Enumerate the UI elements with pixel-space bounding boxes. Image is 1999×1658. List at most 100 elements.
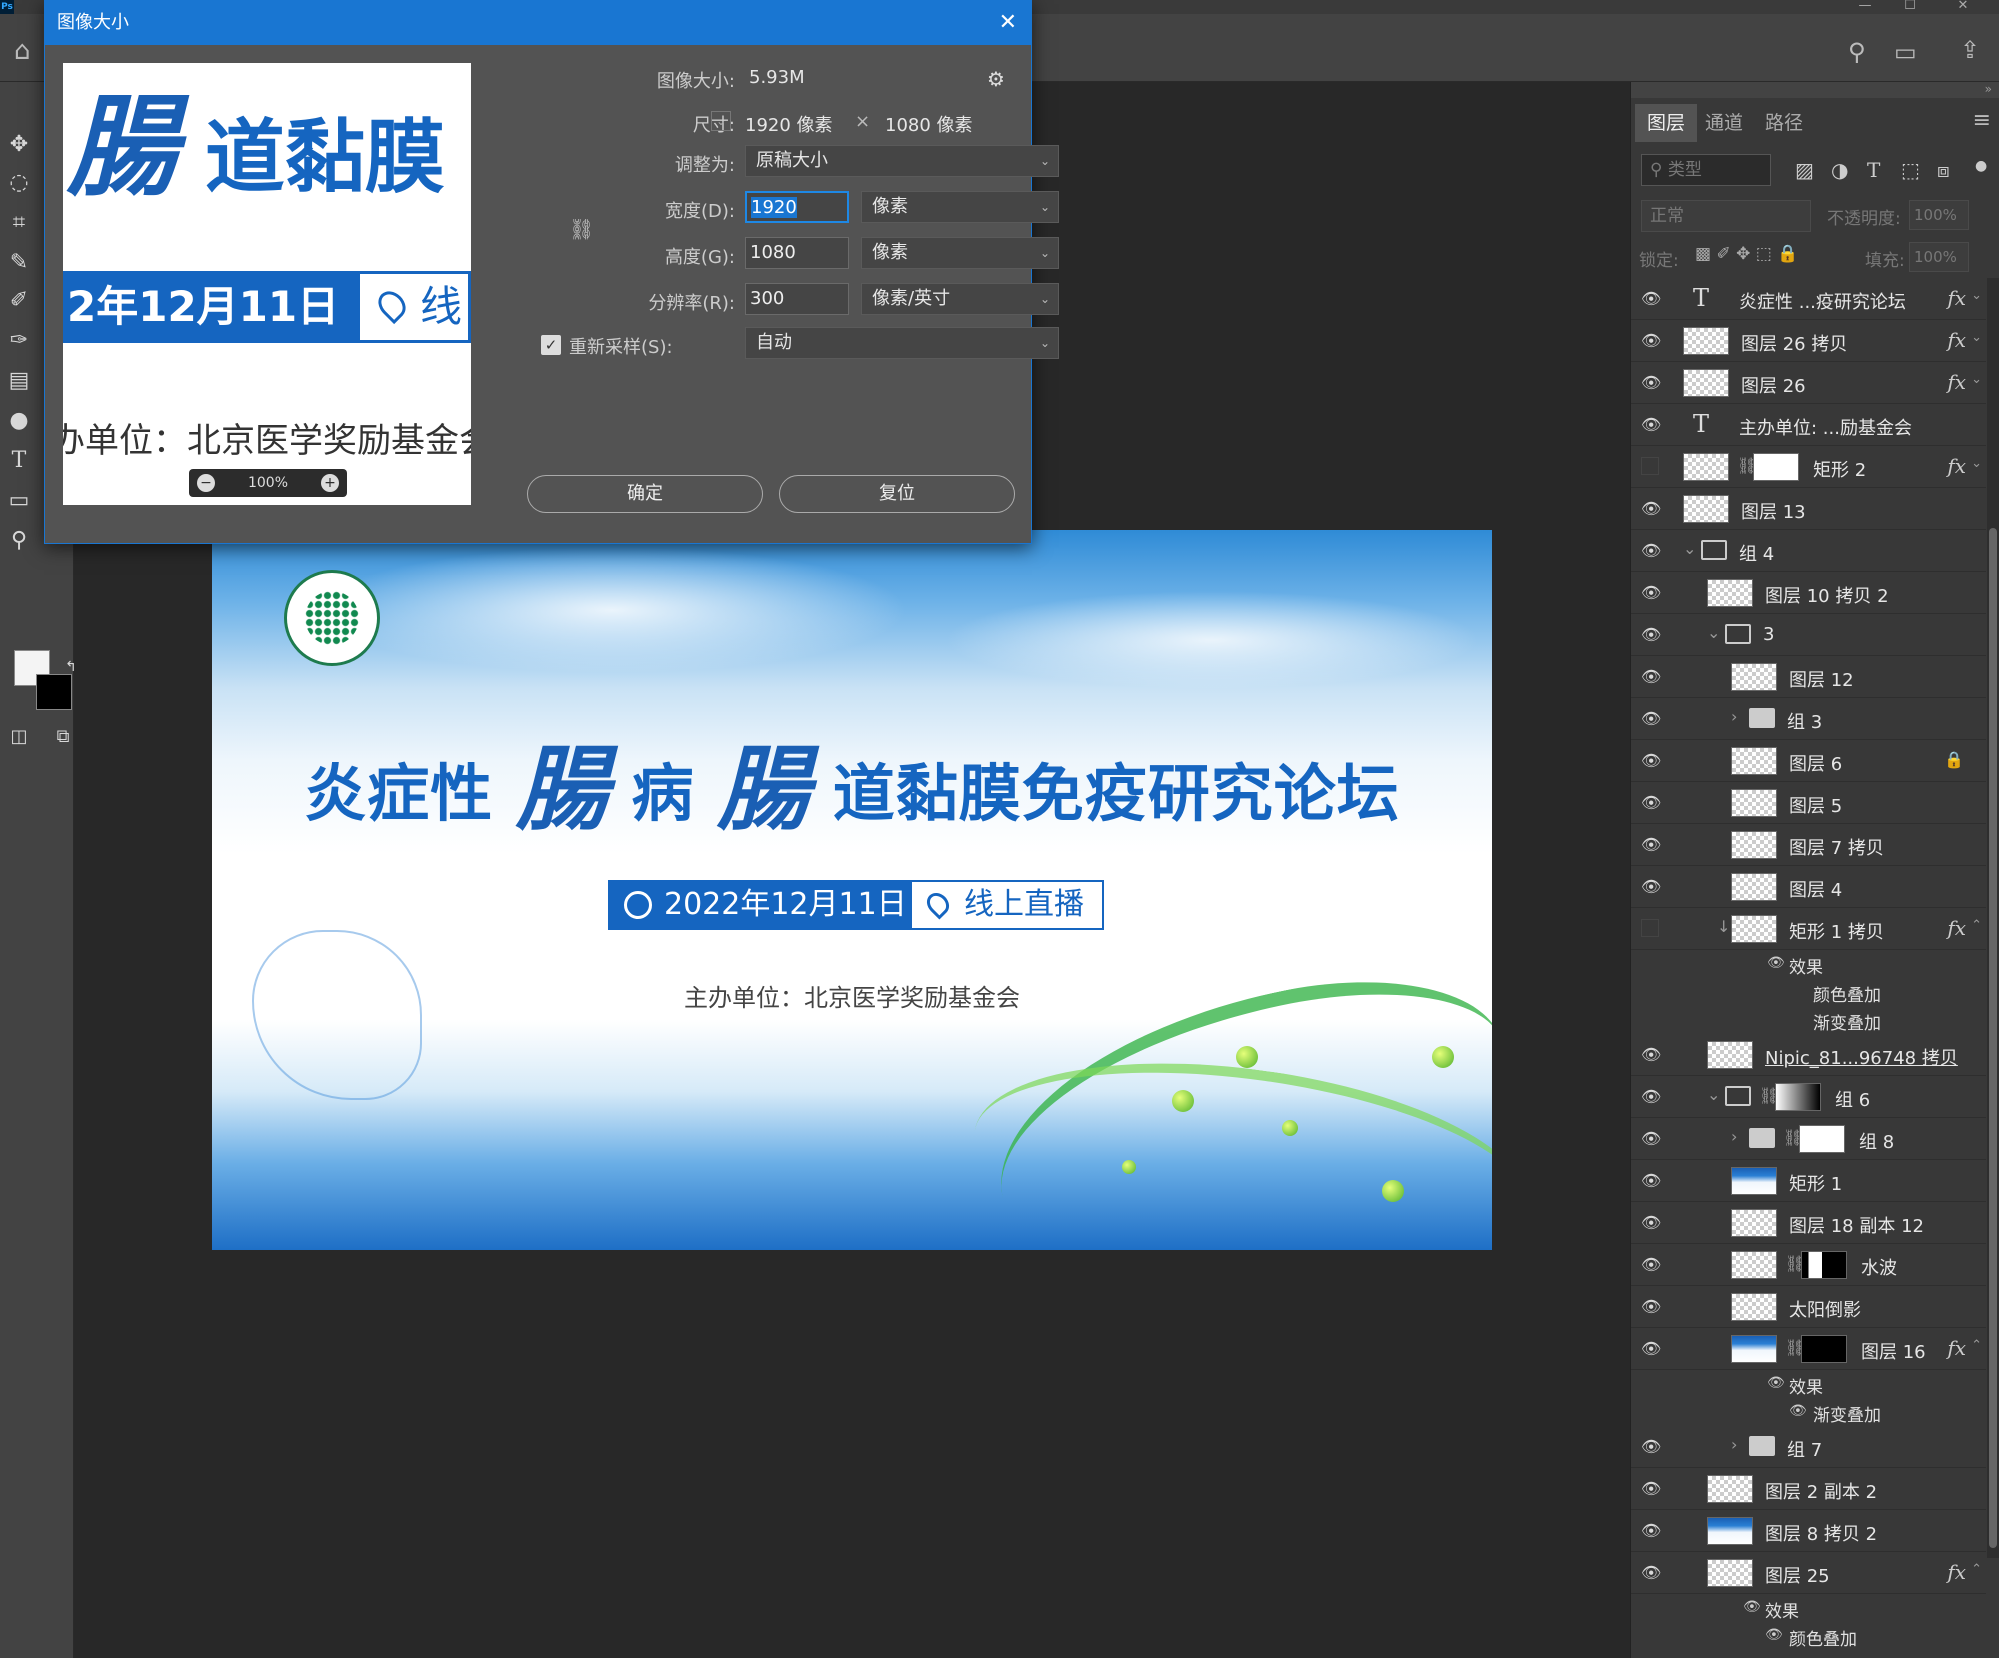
eye-icon[interactable]: 👁 xyxy=(1641,1129,1663,1149)
blend-mode-select[interactable]: 正常 xyxy=(1641,200,1811,232)
eye-icon[interactable]: 👁 xyxy=(1641,1479,1663,1499)
width-unit-select[interactable]: 像素 ⌄ xyxy=(861,191,1059,223)
workspace-icon[interactable]: ▭ xyxy=(1894,38,1917,66)
move-tool-icon[interactable]: ✥ xyxy=(4,130,34,160)
filter-smart-icon[interactable]: ⧈ xyxy=(1937,158,1950,182)
eye-icon[interactable]: 👁 xyxy=(1641,289,1663,309)
layer-thumbnail[interactable] xyxy=(1731,1335,1777,1363)
layer-name[interactable]: 图层 25 xyxy=(1765,1562,1830,1588)
layer-thumbnail[interactable] xyxy=(1683,495,1729,523)
layer-name[interactable]: 图层 8 拷贝 2 xyxy=(1765,1520,1877,1546)
effects-row[interactable]: 👁 效果 xyxy=(1631,1370,1986,1398)
eye-icon[interactable]: 👁 xyxy=(1641,793,1663,813)
layer-name[interactable]: 图层 16 xyxy=(1861,1338,1926,1364)
eye-icon[interactable]: 👁 xyxy=(1641,415,1663,435)
chevron-down-icon[interactable]: ⌄ xyxy=(1707,1085,1720,1104)
eye-icon[interactable]: 👁 xyxy=(1767,955,1785,971)
layer-row[interactable]: 👁 › ⛓ 组 8 xyxy=(1631,1118,1986,1160)
chevron-up-icon[interactable]: ⌃ xyxy=(1971,918,1982,933)
constrain-proportions-link-icon[interactable]: ⛓ xyxy=(569,217,594,241)
eye-icon[interactable]: 👁 xyxy=(1641,541,1663,561)
tab-paths[interactable]: 路径 xyxy=(1753,104,1815,142)
close-window-button[interactable]: ✕ xyxy=(1948,0,1978,14)
eye-icon[interactable]: 👁 xyxy=(1641,1521,1663,1541)
layer-row[interactable]: 👁 图层 25 fx ⌃ xyxy=(1631,1552,1986,1594)
layer-thumbnail[interactable] xyxy=(1731,747,1777,775)
layer-thumbnail[interactable] xyxy=(1731,831,1777,859)
layer-row[interactable]: 👁 ⛓ 图层 16 fx ⌃ xyxy=(1631,1328,1986,1370)
layer-thumbnail[interactable] xyxy=(1731,1293,1777,1321)
eye-icon[interactable]: 👁 xyxy=(1641,625,1663,645)
layer-effects-icon[interactable]: fx xyxy=(1947,916,1966,940)
layer-thumbnail[interactable] xyxy=(1707,1475,1753,1503)
minimize-button[interactable]: — xyxy=(1850,0,1880,14)
swap-colors-icon[interactable]: ↰ xyxy=(56,652,86,682)
fit-to-select[interactable]: 原稿大小 ⌄ xyxy=(745,145,1059,177)
layer-row[interactable]: 👁 T 主办单位: ...励基金会 xyxy=(1631,404,1986,446)
eye-icon[interactable]: 👁 xyxy=(1641,835,1663,855)
layer-name[interactable]: 太阳倒影 xyxy=(1789,1296,1861,1322)
chevron-down-icon[interactable]: ⌄ xyxy=(1683,539,1696,558)
filter-type-icon[interactable]: T xyxy=(1867,158,1880,182)
gear-icon[interactable]: ⚙ xyxy=(987,67,1005,91)
layer-thumbnail[interactable] xyxy=(1731,663,1777,691)
layer-name[interactable]: Nipic_81...96748 拷贝 xyxy=(1765,1044,1958,1070)
layers-scrollbar[interactable] xyxy=(1987,278,1999,1558)
layer-row[interactable]: ↓ 矩形 1 拷贝 fx ⌃ xyxy=(1631,908,1986,950)
layer-effects-icon[interactable]: fx xyxy=(1947,328,1966,352)
opacity-input[interactable]: 100% xyxy=(1909,200,1969,230)
layer-thumbnail[interactable] xyxy=(1731,789,1777,817)
brush-tool-icon[interactable]: ✐ xyxy=(4,286,34,316)
crop-tool-icon[interactable]: ⌗ xyxy=(4,208,34,238)
zoom-out-icon[interactable]: − xyxy=(197,474,215,492)
dimensions-toggle[interactable]: ⌄ xyxy=(711,111,731,131)
layer-name[interactable]: 图层 4 xyxy=(1789,876,1842,902)
layer-row[interactable]: 👁 图层 5 xyxy=(1631,782,1986,824)
chevron-up-icon[interactable]: ⌃ xyxy=(1971,1338,1982,1353)
layer-row[interactable]: 👁 ⌄ ⛓ 组 6 xyxy=(1631,1076,1986,1118)
layer-row[interactable]: 👁 › 组 3 xyxy=(1631,698,1986,740)
layer-name[interactable]: 图层 13 xyxy=(1741,498,1806,524)
effect-row[interactable]: 👁 颜色叠加 xyxy=(1631,1622,1986,1650)
share-icon[interactable]: ⇪ xyxy=(1960,36,1980,64)
layer-thumbnail[interactable] xyxy=(1683,369,1729,397)
layer-thumbnail[interactable] xyxy=(1731,873,1777,901)
filter-toggle-icon[interactable]: ● xyxy=(1975,158,1987,174)
layer-name[interactable]: 组 3 xyxy=(1787,708,1822,734)
layer-name[interactable]: 组 8 xyxy=(1859,1128,1894,1154)
layer-thumbnail[interactable] xyxy=(1731,1209,1777,1237)
effect-row[interactable]: 👁 颜色叠加 xyxy=(1631,978,1986,1006)
eye-icon[interactable]: 👁 xyxy=(1789,1011,1807,1027)
eye-icon[interactable]: 👁 xyxy=(1641,877,1663,897)
layer-thumbnail[interactable] xyxy=(1683,453,1729,481)
eye-icon[interactable]: 👁 xyxy=(1641,1563,1663,1583)
layer-thumbnail[interactable] xyxy=(1707,1559,1753,1587)
history-brush-tool-icon[interactable]: ✑ xyxy=(4,326,34,356)
filter-shape-icon[interactable]: ⬚ xyxy=(1901,158,1920,182)
layer-thumbnail[interactable] xyxy=(1707,579,1753,607)
layer-effects-icon[interactable]: fx xyxy=(1947,1336,1966,1360)
layer-thumbnail[interactable] xyxy=(1731,915,1777,943)
effect-row[interactable]: 👁 渐变叠加 xyxy=(1631,1398,1986,1426)
layer-name[interactable]: 矩形 1 xyxy=(1789,1170,1842,1196)
eye-icon[interactable]: 👁 xyxy=(1789,1403,1807,1419)
layers-scroll-thumb[interactable] xyxy=(1989,528,1997,1548)
layer-row[interactable]: 👁 图层 13 xyxy=(1631,488,1986,530)
search-icon[interactable]: ⚲ xyxy=(1848,38,1866,66)
panel-collapse-bar[interactable]: » xyxy=(1631,82,1999,98)
gradient-tool-icon[interactable]: ▤ xyxy=(4,366,34,396)
eye-icon[interactable]: 👁 xyxy=(1641,1213,1663,1233)
layer-row[interactable]: 👁 图层 26 拷贝 fx ⌄ xyxy=(1631,320,1986,362)
screen-mode-icon[interactable]: ⧉ xyxy=(48,722,78,752)
layer-name[interactable]: 组 7 xyxy=(1787,1436,1822,1462)
layer-name[interactable]: 图层 26 xyxy=(1741,372,1806,398)
eye-icon[interactable]: 👁 xyxy=(1641,583,1663,603)
layer-row[interactable]: 👁 图层 26 fx ⌄ xyxy=(1631,362,1986,404)
eye-icon[interactable]: 👁 xyxy=(1641,667,1663,687)
layer-row[interactable]: 👁 T 炎症性 ...疫研究论坛 fx ⌄ xyxy=(1631,278,1986,320)
layer-row[interactable]: 👁 图层 8 拷贝 2 xyxy=(1631,1510,1986,1552)
tab-channels[interactable]: 通道 xyxy=(1693,104,1755,142)
width-input[interactable]: 1920 xyxy=(745,191,849,223)
lock-icons[interactable]: ▩ ✐ ✥ ⬚ 🔒 xyxy=(1695,244,1798,264)
rectangle-tool-icon[interactable]: ▭ xyxy=(4,486,34,516)
